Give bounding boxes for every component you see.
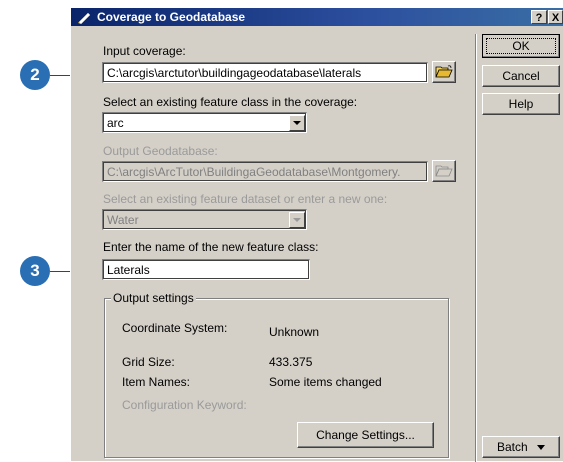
batch-button[interactable]: Batch bbox=[482, 436, 560, 458]
change-settings-button[interactable]: Change Settings... bbox=[297, 422, 434, 448]
input-coverage-label-text: Input coverage: bbox=[103, 44, 186, 58]
window-title: Coverage to Geodatabase bbox=[97, 10, 246, 24]
dialog-window: Coverage to Geodatabase ? X Input covera… bbox=[70, 7, 563, 462]
callout-2: 2 bbox=[20, 60, 50, 90]
new-class-field[interactable]: Laterals bbox=[102, 259, 310, 280]
new-class-value: Laterals bbox=[107, 263, 150, 277]
input-coverage-value: C:\arcgis\arctutor\buildingageodatabase\… bbox=[107, 66, 362, 80]
chevron-down-icon[interactable] bbox=[289, 115, 305, 131]
ok-button-label: OK bbox=[512, 39, 530, 53]
dataset-label: Select an existing feature dataset or en… bbox=[103, 192, 387, 206]
dataset-select: Water bbox=[102, 209, 307, 230]
help-button[interactable]: Help bbox=[482, 93, 560, 115]
batch-button-label: Batch bbox=[496, 440, 528, 454]
output-gdb-label: Output Geodatabase: bbox=[103, 144, 218, 158]
coord-system-value: Unknown bbox=[269, 325, 320, 339]
feature-class-value: arc bbox=[107, 116, 124, 130]
output-gdb-browse-button bbox=[432, 160, 456, 182]
feature-class-label-text: Select an existing feature class in the … bbox=[103, 95, 358, 109]
change-settings-label: Change Settings... bbox=[316, 428, 415, 442]
close-title-button[interactable]: X bbox=[548, 10, 563, 24]
feature-class-select[interactable]: arc bbox=[102, 112, 307, 133]
new-class-label: Enter the name of the new feature class: bbox=[103, 240, 318, 254]
vertical-separator bbox=[475, 34, 477, 462]
cancel-button-label: Cancel bbox=[502, 69, 540, 83]
output-settings-group: Output settings Coordinate System: Unkno… bbox=[104, 291, 449, 458]
output-gdb-value: C:\arcgis\ArcTutor\BuildingaGeodatabase\… bbox=[107, 165, 401, 179]
close-icon: X bbox=[551, 12, 560, 24]
help-title-button-label: ? bbox=[535, 12, 543, 24]
open-folder-icon bbox=[435, 165, 453, 177]
open-folder-icon bbox=[435, 65, 453, 78]
caret-down-icon bbox=[537, 445, 546, 451]
grid-size-value: 433.375 bbox=[269, 355, 313, 369]
dataset-value: Water bbox=[107, 213, 139, 227]
help-title-button[interactable]: ? bbox=[531, 10, 547, 24]
coord-system-label: Coordinate System: bbox=[122, 321, 228, 335]
feature-class-label: Select an existing feature class in the … bbox=[103, 95, 357, 109]
callout-3-number: 3 bbox=[30, 261, 40, 280]
grid-size-label: Grid Size: bbox=[122, 355, 175, 369]
input-coverage-field[interactable]: C:\arcgis\arctutor\buildingageodatabase\… bbox=[102, 62, 428, 83]
ok-button[interactable]: OK bbox=[482, 34, 560, 58]
chevron-down-icon bbox=[289, 212, 305, 228]
output-gdb-label-text: Output Geodatabase: bbox=[103, 144, 218, 158]
dataset-label-text: Select an existing feature dataset or en… bbox=[103, 192, 388, 206]
help-button-label: Help bbox=[508, 97, 534, 111]
cancel-button[interactable]: Cancel bbox=[482, 65, 560, 87]
config-keyword-label: Configuration Keyword: bbox=[122, 398, 247, 412]
input-coverage-browse-button[interactable] bbox=[432, 61, 456, 83]
callout-2-number: 2 bbox=[30, 65, 40, 84]
item-names-label: Item Names: bbox=[122, 375, 191, 389]
pencil-icon bbox=[78, 12, 91, 24]
output-settings-legend: Output settings bbox=[111, 291, 196, 305]
title-bar[interactable]: Coverage to Geodatabase ? X bbox=[71, 8, 563, 26]
callout-3: 3 bbox=[20, 256, 50, 286]
new-class-label-text: Enter the name of the new feature class: bbox=[103, 240, 319, 254]
output-gdb-field: C:\arcgis\ArcTutor\BuildingaGeodatabase\… bbox=[102, 161, 428, 182]
item-names-value: Some items changed bbox=[269, 375, 382, 389]
input-coverage-label: Input coverage: bbox=[103, 44, 186, 58]
